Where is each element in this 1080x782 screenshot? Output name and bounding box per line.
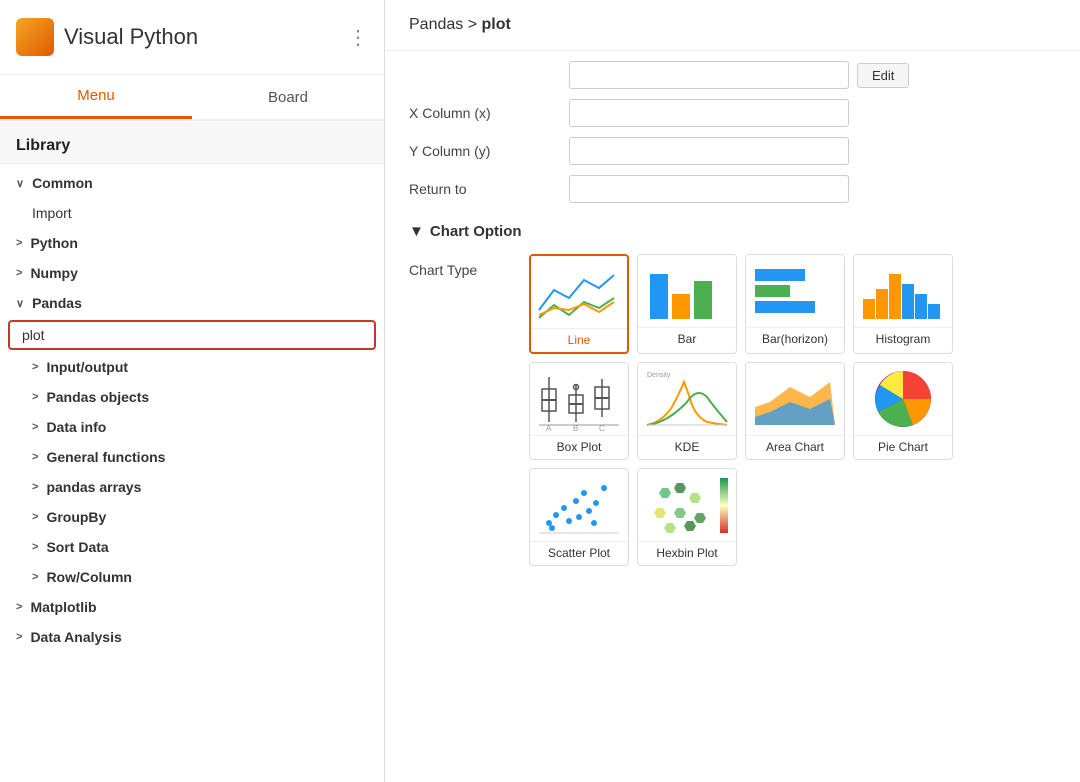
chart-card-scatterplot[interactable]: Scatter Plot <box>529 468 629 566</box>
chevron-right-icon: > <box>32 511 38 523</box>
xcol-label: X Column (x) <box>409 105 569 121</box>
sidebar-item-pandasobj[interactable]: > Pandas objects <box>0 382 384 412</box>
form-section: Edit X Column (x) Y Column (y) Return to <box>385 51 1080 213</box>
chart-type-section: Chart Type Line <box>409 254 1056 566</box>
sidebar-item-import[interactable]: Import <box>0 198 384 228</box>
chart-grid: Line Bar <box>529 254 953 566</box>
returnto-input[interactable] <box>569 175 849 203</box>
line-label: Line <box>531 328 627 352</box>
chart-option-header: ▼ Chart Option <box>409 223 1056 240</box>
chevron-right-icon: > <box>32 481 38 493</box>
chevron-down-icon: ∨ <box>16 177 24 190</box>
barhorizon-label: Bar(horizon) <box>746 327 844 351</box>
chevron-right-icon: > <box>32 421 38 433</box>
ycol-input[interactable] <box>569 137 849 165</box>
chart-card-areachart[interactable]: Area Chart <box>745 362 845 460</box>
tab-bar: Menu Board <box>0 75 384 121</box>
kde-label: KDE <box>638 435 736 459</box>
app-title: Visual Python <box>64 24 198 50</box>
piechart-label: Pie Chart <box>854 435 952 459</box>
svg-text:A: A <box>546 424 552 432</box>
svg-text:C: C <box>599 424 605 432</box>
areachart-icon <box>750 367 840 432</box>
more-options-icon[interactable]: ⋮ <box>348 25 368 50</box>
kde-chart-icon: Density <box>642 367 732 432</box>
piechart-icon <box>858 367 948 432</box>
boxplot-chart-icon: A B C <box>534 367 624 432</box>
chevron-down-icon: ∨ <box>16 297 24 310</box>
chart-option-section: ▼ Chart Option Chart Type Line <box>385 213 1080 576</box>
svg-text:B: B <box>573 424 578 432</box>
top-input[interactable] <box>569 61 849 89</box>
chart-card-hexbinplot[interactable]: Hexbin Plot <box>637 468 737 566</box>
breadcrumb: Pandas > plot <box>385 0 1080 51</box>
chevron-right-icon: > <box>16 267 22 279</box>
chevron-right-icon: > <box>16 601 22 613</box>
edit-button[interactable]: Edit <box>857 63 909 88</box>
chevron-right-icon: > <box>16 237 22 249</box>
chart-card-histogram[interactable]: Histogram <box>853 254 953 354</box>
hexbinplot-label: Hexbin Plot <box>638 541 736 565</box>
histogram-label: Histogram <box>854 327 952 351</box>
scatterplot-label: Scatter Plot <box>530 541 628 565</box>
sidebar-item-common[interactable]: ∨ Common <box>0 168 384 198</box>
sidebar-item-inputoutput[interactable]: > Input/output <box>0 352 384 382</box>
sidebar-item-groupby[interactable]: > GroupBy <box>0 502 384 532</box>
chart-card-kde[interactable]: Density KDE <box>637 362 737 460</box>
right-panel: Pandas > plot Edit X Column (x) Y Column… <box>385 0 1080 782</box>
xcol-input[interactable] <box>569 99 849 127</box>
sidebar-item-pandasarr[interactable]: > pandas arrays <box>0 472 384 502</box>
areachart-label: Area Chart <box>746 435 844 459</box>
chart-card-bar[interactable]: Bar <box>637 254 737 354</box>
sidebar-item-plot[interactable]: plot <box>8 320 376 350</box>
nav-tree: ∨ Common Import > Python > Numpy ∨ Panda… <box>0 164 384 782</box>
chevron-right-icon: > <box>32 361 38 373</box>
app-logo-wrap: Visual Python <box>16 18 198 56</box>
svg-text:Density: Density <box>647 372 671 379</box>
sidebar-item-matplotlib[interactable]: > Matplotlib <box>0 592 384 622</box>
barhorizon-chart-icon <box>750 259 840 324</box>
chevron-right-icon: > <box>32 391 38 403</box>
histogram-chart-icon <box>858 259 948 324</box>
chart-type-label: Chart Type <box>409 254 529 278</box>
chevron-right-icon: > <box>32 571 38 583</box>
sidebar-item-datainfo[interactable]: > Data info <box>0 412 384 442</box>
sidebar-item-python[interactable]: > Python <box>0 228 384 258</box>
form-row-ycol: Y Column (y) <box>409 137 1056 165</box>
scatterplot-icon <box>534 473 624 538</box>
line-chart-icon <box>534 260 624 325</box>
form-row-xcol: X Column (x) <box>409 99 1056 127</box>
bar-label: Bar <box>638 327 736 351</box>
tab-menu[interactable]: Menu <box>0 75 192 119</box>
chevron-right-icon: > <box>16 631 22 643</box>
sidebar-item-generalfn[interactable]: > General functions <box>0 442 384 472</box>
ycol-label: Y Column (y) <box>409 143 569 159</box>
boxplot-label: Box Plot <box>530 435 628 459</box>
app-logo <box>16 18 54 56</box>
sidebar-item-rowcol[interactable]: > Row/Column <box>0 562 384 592</box>
returnto-label: Return to <box>409 181 569 197</box>
hexbinplot-icon <box>642 473 732 538</box>
sidebar-item-pandas[interactable]: ∨ Pandas <box>0 288 384 318</box>
chevron-right-icon: > <box>32 451 38 463</box>
form-row-returnto: Return to <box>409 175 1056 203</box>
sidebar-item-numpy[interactable]: > Numpy <box>0 258 384 288</box>
chart-card-barhorizon[interactable]: Bar(horizon) <box>745 254 845 354</box>
chart-card-boxplot[interactable]: A B C Box Plot <box>529 362 629 460</box>
sidebar-item-dataanalysis[interactable]: > Data Analysis <box>0 622 384 652</box>
chevron-right-icon: > <box>32 541 38 553</box>
bar-chart-icon <box>642 259 732 324</box>
tab-board[interactable]: Board <box>192 75 384 119</box>
chart-card-line[interactable]: Line <box>529 254 629 354</box>
library-heading: Library <box>0 121 384 164</box>
chart-card-piechart[interactable]: Pie Chart <box>853 362 953 460</box>
sidebar-item-sortdata[interactable]: > Sort Data <box>0 532 384 562</box>
app-header: Visual Python ⋮ <box>0 0 384 75</box>
left-panel: Visual Python ⋮ Menu Board Library ∨ Com… <box>0 0 385 782</box>
form-row-top: Edit <box>409 61 1056 89</box>
